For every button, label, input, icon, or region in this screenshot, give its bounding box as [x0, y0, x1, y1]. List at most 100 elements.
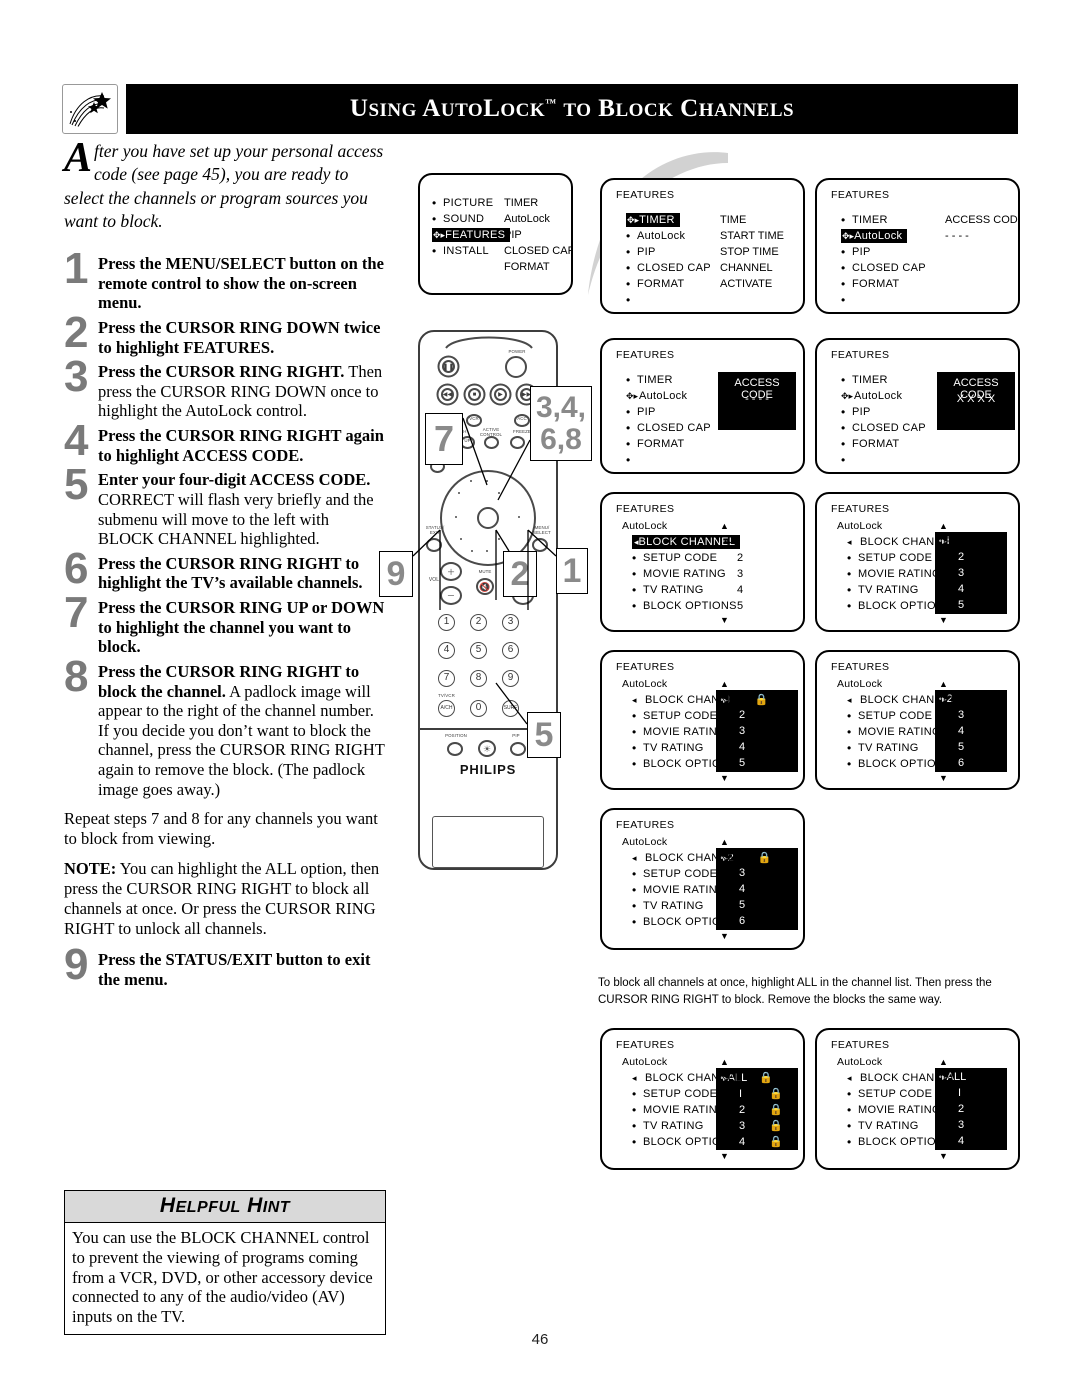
- menu-item[interactable]: • FORMAT: [626, 276, 711, 292]
- menu-item[interactable]: • TV RATING: [847, 582, 957, 598]
- scroll-up-arrow-icon[interactable]: ▲: [939, 1058, 948, 1067]
- pip-button[interactable]: [510, 742, 526, 756]
- channel-row[interactable]: 3 🔒: [739, 1119, 783, 1132]
- key-9[interactable]: 9: [502, 670, 519, 687]
- menu-item[interactable]: • CLOSED CAP: [626, 260, 711, 276]
- menu-item[interactable]: • MOVIE RATING: [847, 566, 957, 582]
- menu-item[interactable]: • TV RATING: [632, 1118, 742, 1134]
- menu-item-selected[interactable]: ✥▸AutoLock: [841, 228, 926, 244]
- key-5[interactable]: 5: [470, 642, 487, 659]
- key-0[interactable]: 0: [470, 700, 487, 717]
- scroll-down-arrow-icon[interactable]: ▼: [720, 616, 729, 625]
- channel-row[interactable]: 2: [724, 550, 743, 566]
- menu-item[interactable]: • SOUND: [432, 211, 510, 227]
- menu-item[interactable]: • BLOCK OPTIONS: [632, 914, 742, 930]
- menu-item[interactable]: CLOSED CAP: [504, 243, 571, 259]
- channel-row[interactable]: 5: [724, 598, 743, 614]
- channel-row[interactable]: 5: [958, 741, 964, 753]
- menu-select-button[interactable]: [532, 538, 548, 552]
- volume-down-button[interactable]: −: [440, 586, 462, 605]
- menu-item[interactable]: • BLOCK OPTIONS: [847, 598, 957, 614]
- channel-row[interactable]: 4 🔒: [739, 1135, 783, 1148]
- menu-item[interactable]: • BLOCK OPTIONS: [632, 756, 742, 772]
- menu-item[interactable]: TIMER: [504, 195, 571, 211]
- menu-item[interactable]: • PIP: [841, 244, 926, 260]
- menu-item[interactable]: • FORMAT: [841, 436, 926, 452]
- menu-item[interactable]: FORMAT: [504, 259, 571, 275]
- menu-item-value[interactable]: - - - -: [945, 228, 1018, 244]
- channel-row[interactable]: 4: [724, 582, 743, 598]
- channel-row[interactable]: I: [958, 1087, 961, 1099]
- menu-item[interactable]: ◂ BLOCK CHANNEL: [632, 692, 742, 708]
- key-avch[interactable]: A/CH: [438, 700, 455, 717]
- channel-row[interactable]: 3: [724, 566, 743, 582]
- scroll-up-arrow-icon[interactable]: ▲: [720, 680, 729, 689]
- menu-item[interactable]: AutoLock: [504, 211, 571, 227]
- channel-row[interactable]: 2: [958, 551, 964, 563]
- channel-row[interactable]: 4: [958, 1135, 964, 1147]
- scroll-up-arrow-icon[interactable]: ▲: [939, 522, 948, 531]
- menu-item[interactable]: • TIMER: [626, 372, 711, 388]
- scroll-up-arrow-icon[interactable]: ▲: [720, 1058, 729, 1067]
- menu-item[interactable]: • SETUP CODE: [847, 550, 957, 566]
- menu-item[interactable]: • INSTALL: [432, 243, 510, 259]
- channel-row[interactable]: 3: [958, 567, 964, 579]
- menu-item[interactable]: • BLOCK OPTIONS: [847, 756, 957, 772]
- key-2[interactable]: 2: [470, 614, 487, 631]
- menu-item[interactable]: • CLOSED CAP: [626, 420, 711, 436]
- key-7[interactable]: 7: [438, 670, 455, 687]
- mute-button[interactable]: 🔇: [476, 578, 494, 595]
- channel-row[interactable]: 3: [958, 1119, 964, 1131]
- channel-row[interactable]: 4: [958, 725, 964, 737]
- menu-item[interactable]: TIME: [720, 212, 784, 228]
- menu-item[interactable]: ◂ BLOCK CHANNEL: [847, 692, 957, 708]
- scroll-down-arrow-icon[interactable]: ▼: [939, 774, 948, 783]
- channel-row[interactable]: 3: [958, 709, 964, 721]
- scroll-up-arrow-icon[interactable]: ▲: [720, 838, 729, 847]
- menu-item[interactable]: • PIP: [626, 244, 711, 260]
- menu-item[interactable]: • TIMER: [841, 212, 926, 228]
- menu-item[interactable]: • FORMAT: [841, 276, 926, 292]
- menu-item[interactable]: • BLOCK OPTIONS: [847, 1134, 957, 1150]
- menu-item[interactable]: • TV RATING: [847, 740, 957, 756]
- menu-item-selected[interactable]: ✥▸TIMER: [626, 212, 711, 228]
- menu-item[interactable]: • CLOSED CAP: [841, 260, 926, 276]
- menu-item[interactable]: • PIP: [626, 404, 711, 420]
- menu-item[interactable]: • BLOCK OPTIONS: [632, 1134, 742, 1150]
- menu-item[interactable]: • SETUP CODE: [632, 1086, 742, 1102]
- menu-item[interactable]: •: [626, 452, 711, 468]
- menu-item[interactable]: • FORMAT: [626, 436, 711, 452]
- channel-row[interactable]: •▸ I: [724, 534, 743, 550]
- freeze-button[interactable]: [510, 436, 525, 449]
- menu-item[interactable]: • SETUP CODE: [847, 708, 957, 724]
- menu-item[interactable]: ACTIVATE: [720, 276, 784, 292]
- menu-item[interactable]: ◂ BLOCK CHANNEL: [632, 850, 742, 866]
- scroll-down-arrow-icon[interactable]: ▼: [720, 1152, 729, 1161]
- menu-item[interactable]: • TIMER: [841, 372, 926, 388]
- menu-item[interactable]: PIP: [504, 227, 571, 243]
- scroll-down-arrow-icon[interactable]: ▼: [939, 1152, 948, 1161]
- channel-row[interactable]: I 🔒: [739, 1087, 783, 1100]
- menu-item[interactable]: • PIP: [841, 404, 926, 420]
- key-surf[interactable]: SURF: [502, 700, 519, 717]
- channel-row[interactable]: 2: [958, 1103, 964, 1115]
- menu-item-selected[interactable]: ✥▸FEATURES: [432, 227, 511, 243]
- menu-item[interactable]: •: [626, 292, 711, 308]
- menu-item[interactable]: ◂ BLOCK CHANNEL: [847, 1070, 957, 1086]
- menu-item[interactable]: ◂ BLOCK CHANNEL: [632, 1070, 742, 1086]
- menu-item[interactable]: • SETUP CODE: [632, 866, 742, 882]
- menu-item[interactable]: CHANNEL: [720, 260, 784, 276]
- scroll-up-arrow-icon[interactable]: ▲: [720, 522, 729, 531]
- scroll-down-arrow-icon[interactable]: ▼: [939, 616, 948, 625]
- active-control-button[interactable]: [484, 436, 499, 449]
- position-button[interactable]: [447, 742, 463, 756]
- status-exit-button[interactable]: [426, 538, 442, 552]
- menu-item[interactable]: START TIME: [720, 228, 784, 244]
- menu-item[interactable]: • PICTURE: [432, 195, 510, 211]
- menu-item[interactable]: • SETUP CODE: [847, 1086, 957, 1102]
- menu-item[interactable]: • MOVIE RATING: [632, 1102, 742, 1118]
- menu-item[interactable]: • SETUP CODE: [632, 708, 742, 724]
- menu-item[interactable]: • MOVIE RATING: [847, 724, 957, 740]
- menu-item[interactable]: ◂ BLOCK CHANNEL: [847, 534, 957, 550]
- key-4[interactable]: 4: [438, 642, 455, 659]
